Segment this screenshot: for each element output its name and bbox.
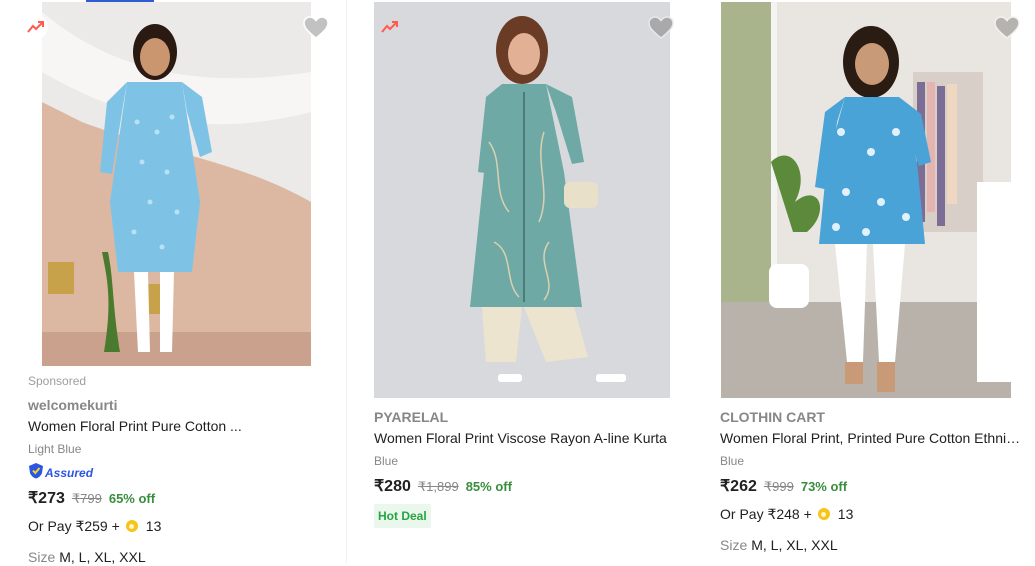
- coin-count: 13: [837, 506, 854, 522]
- heart-icon[interactable]: [994, 16, 1020, 42]
- supercoin-offer: Or Pay ₹259 + 13: [28, 516, 337, 536]
- price-row: ₹280 ₹1,899 85% off: [374, 476, 686, 498]
- product-title[interactable]: Women Floral Print, Printed Pure Cotton …: [720, 429, 1027, 447]
- sponsored-label: Sponsored: [28, 374, 87, 388]
- discount: 85% off: [465, 479, 512, 494]
- product-image-2[interactable]: [374, 2, 670, 398]
- heart-icon[interactable]: [303, 16, 329, 42]
- supercoin-icon: [817, 508, 830, 520]
- price: ₹280: [374, 478, 411, 495]
- heart-icon[interactable]: [648, 16, 674, 42]
- mrp: ₹799: [71, 491, 102, 506]
- price: ₹262: [720, 478, 757, 495]
- product-image-3[interactable]: [721, 2, 1011, 398]
- product-image-1[interactable]: [42, 2, 311, 366]
- product-card-3[interactable]: CLOTHIN CART Women Floral Print, Printed…: [694, 0, 1035, 563]
- product-title[interactable]: Women Floral Print Pure Cotton ...: [28, 417, 337, 435]
- assured-badge-icon: [28, 462, 44, 484]
- product-color: Light Blue: [28, 442, 82, 456]
- size-values: M, L, XL, XXL: [751, 537, 838, 553]
- trending-icon: [24, 15, 48, 39]
- price-row: ₹273 ₹799 65% off: [28, 488, 337, 510]
- assured-text: Assured: [45, 466, 94, 480]
- supercoin-offer: Or Pay ₹248 + 13: [720, 504, 1027, 524]
- brand-name[interactable]: CLOTHIN CART: [720, 408, 1027, 426]
- discount: 65% off: [108, 491, 156, 506]
- size-row: Size M, L, XL, XXL: [720, 536, 1027, 554]
- assured-badge: Assured: [28, 462, 337, 484]
- brand-name[interactable]: welcomekurti: [28, 396, 337, 414]
- product-color: Blue: [720, 454, 745, 468]
- mrp: ₹1,899: [417, 479, 459, 494]
- price: ₹273: [28, 490, 65, 507]
- trending-icon: [378, 15, 402, 39]
- card-divider: [346, 0, 347, 563]
- product-card-2[interactable]: PYARELAL Women Floral Print Viscose Rayo…: [348, 0, 694, 563]
- discount: 73% off: [800, 479, 848, 494]
- or-pay-text: Or Pay ₹248 +: [720, 505, 812, 522]
- or-pay-text: Or Pay ₹259 +: [28, 517, 120, 534]
- product-title[interactable]: Women Floral Print Viscose Rayon A-line …: [374, 429, 686, 447]
- product-color: Blue: [374, 454, 399, 468]
- price-row: ₹262 ₹999 73% off: [720, 476, 1027, 498]
- size-row: Size M, L, XL, XXL: [28, 548, 337, 566]
- mrp: ₹999: [763, 479, 794, 494]
- size-label: Size: [720, 537, 748, 553]
- product-card-1[interactable]: Sponsored welcomekurti Women Floral Prin…: [0, 0, 345, 566]
- coin-count: 13: [145, 518, 162, 534]
- hot-deal-badge: Hot Deal: [374, 504, 431, 528]
- supercoin-icon: [125, 520, 138, 532]
- brand-name[interactable]: PYARELAL: [374, 408, 686, 426]
